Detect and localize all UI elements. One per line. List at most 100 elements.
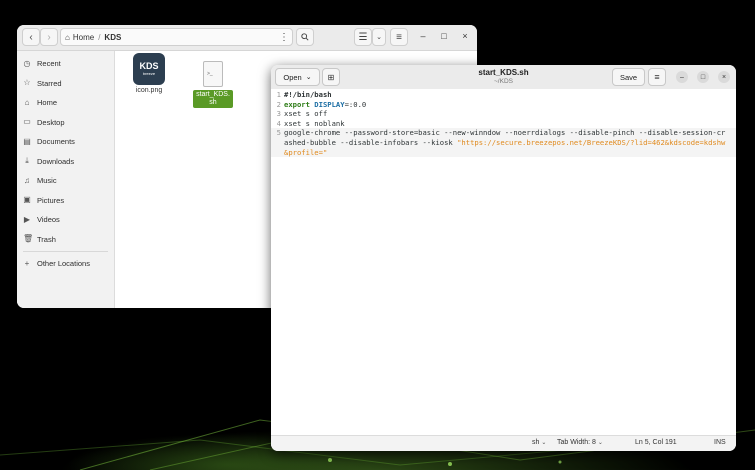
line-number: 3 <box>276 109 281 119</box>
sidebar-item-label: Desktop <box>37 117 65 127</box>
script-file-icon: >_ <box>203 61 223 87</box>
sidebar-item-label: Trash <box>37 234 56 244</box>
sidebar: ◷ Recent ☆ Starred ⌂ Home ▭ Desktop ▤ Do… <box>17 51 115 308</box>
line-text: xset s off <box>284 109 328 119</box>
path-home-label: Home <box>72 32 95 42</box>
editor-header: Open ⌄ ⊞ start_KDS.sh ~/KDS Save ≡ – □ × <box>271 65 736 90</box>
plain-token: =:0.0 <box>344 99 367 109</box>
file-item-start-kds-sh[interactable]: >_ start_KDS.sh <box>183 61 243 108</box>
back-button[interactable]: ‹ <box>22 28 40 46</box>
file-item-icon-png[interactable]: KDS breeze icon.png <box>119 53 179 94</box>
sidebar-item-label: Music <box>37 176 57 186</box>
main-menu-button[interactable]: ≡ <box>648 68 666 86</box>
home-icon: ⌂ <box>24 97 30 107</box>
path-home[interactable]: ⌂ Home <box>61 33 98 42</box>
new-document-icon: ⊞ <box>327 72 335 82</box>
home-icon: ⌂ <box>65 32 70 42</box>
minimize-button[interactable]: – <box>676 71 688 83</box>
documents-icon: ▤ <box>23 136 31 146</box>
sidebar-item-downloads[interactable]: ⤓ Downloads <box>17 152 114 172</box>
line-number: 5 <box>276 128 281 138</box>
path-menu-button[interactable]: ⋮ <box>275 28 293 46</box>
path-current-label: KDS <box>104 32 122 42</box>
sidebar-item-starred[interactable]: ☆ Starred <box>17 74 114 94</box>
code-line: 1 #!/bin/bash <box>271 90 736 100</box>
sidebar-item-label: Other Locations <box>37 259 90 269</box>
close-button[interactable]: × <box>459 31 471 41</box>
hamburger-icon: ≡ <box>396 31 402 43</box>
sidebar-divider <box>23 251 108 252</box>
file-name: start_KDS.sh <box>193 90 233 108</box>
tab-width-selector[interactable]: Tab Width: 8 ⌄ <box>557 439 603 446</box>
code-line-current: 5 google-chrome --password-store=basic -… <box>271 128 736 158</box>
path-bar: ⌂ Home / KDS <box>60 28 293 46</box>
sidebar-item-pictures[interactable]: ▣ Pictures <box>17 191 114 211</box>
language-label: sh <box>532 439 540 446</box>
path-current[interactable]: KDS <box>100 33 125 42</box>
forward-button[interactable]: › <box>40 28 58 46</box>
code-line: 3 xset s off <box>271 109 736 119</box>
cursor-position[interactable]: Ln 5, Col 191 <box>635 439 677 446</box>
sidebar-item-documents[interactable]: ▤ Documents <box>17 132 114 152</box>
image-thumbnail-icon: KDS breeze <box>133 53 165 85</box>
sidebar-item-desktop[interactable]: ▭ Desktop <box>17 113 114 133</box>
star-icon: ☆ <box>23 78 31 88</box>
sidebar-item-home[interactable]: ⌂ Home <box>17 93 114 113</box>
main-menu-button[interactable]: ≡ <box>390 28 408 46</box>
downloads-icon: ⤓ <box>25 156 29 166</box>
close-icon: × <box>721 73 727 81</box>
music-icon: ♫ <box>24 175 30 185</box>
insert-mode-indicator[interactable]: INS <box>714 439 726 446</box>
line-text: export DISPLAY=:0.0 <box>284 100 736 110</box>
chevron-down-icon: ⌄ <box>597 440 603 446</box>
sidebar-item-label: Recent <box>37 59 61 69</box>
vertical-dots-icon: ⋮ <box>279 31 289 43</box>
sidebar-item-other-locations[interactable]: + Other Locations <box>17 254 114 274</box>
line-text: xset s noblank <box>284 118 345 128</box>
maximize-button[interactable]: □ <box>697 71 709 83</box>
language-selector[interactable]: sh ⌄ <box>532 439 546 446</box>
sidebar-item-music[interactable]: ♫ Music <box>17 171 114 191</box>
code-line: 2 export DISPLAY=:0.0 <box>271 100 736 110</box>
text-editor-window: Open ⌄ ⊞ start_KDS.sh ~/KDS Save ≡ – □ ×… <box>271 65 736 451</box>
close-button[interactable]: × <box>718 71 730 83</box>
view-options-button[interactable]: ⌄ <box>372 28 386 46</box>
sidebar-item-trash[interactable]: 🗑 Trash <box>17 230 114 250</box>
sidebar-item-recent[interactable]: ◷ Recent <box>17 54 114 74</box>
thumbnail-logo-subtext: breeze <box>142 71 156 76</box>
insert-mode-label: INS <box>714 439 726 446</box>
list-view-icon: ☰ <box>358 31 368 43</box>
editor-title: start_KDS.sh ~/KDS <box>421 68 586 86</box>
line-number: 4 <box>276 118 281 128</box>
close-icon: × <box>462 31 468 41</box>
maximize-button[interactable]: □ <box>438 31 450 41</box>
chevron-left-icon: ‹ <box>29 31 33 43</box>
variable-token: DISPLAY <box>314 99 345 109</box>
chevron-down-icon: ⌄ <box>541 440 547 446</box>
videos-icon: ▶ <box>23 214 31 224</box>
maximize-icon: □ <box>441 31 447 41</box>
minimize-button[interactable]: – <box>417 31 429 41</box>
sidebar-item-label: Pictures <box>37 195 65 205</box>
file-manager-header: ‹ › ⌂ Home / KDS ⋮ ☰ ⌄ ≡ – □ × <box>17 25 477 51</box>
minimize-icon: – <box>680 73 684 81</box>
sidebar-item-label: Videos <box>37 215 60 225</box>
hamburger-icon: ≡ <box>654 72 660 82</box>
script-icon-glyph: >_ <box>207 71 213 77</box>
chevron-down-icon: ⌄ <box>305 74 312 81</box>
code-editor[interactable]: 1 #!/bin/bash 2 export DISPLAY=:0.0 3 xs… <box>271 89 736 436</box>
line-number: 2 <box>276 99 281 109</box>
save-button[interactable]: Save <box>612 68 645 86</box>
code-line: 4 xset s noblank <box>271 119 736 129</box>
view-list-button[interactable]: ☰ <box>354 28 372 46</box>
line-number: 1 <box>276 90 281 99</box>
sidebar-item-videos[interactable]: ▶ Videos <box>17 210 114 230</box>
plus-icon: + <box>24 258 30 268</box>
search-button[interactable] <box>296 28 314 46</box>
chevron-down-icon: ⌄ <box>376 34 382 41</box>
open-button[interactable]: Open ⌄ <box>275 68 320 86</box>
pictures-icon: ▣ <box>23 195 31 205</box>
keyword-token: export <box>284 99 310 109</box>
new-tab-button[interactable]: ⊞ <box>322 68 340 86</box>
document-path: ~/KDS <box>494 78 513 85</box>
